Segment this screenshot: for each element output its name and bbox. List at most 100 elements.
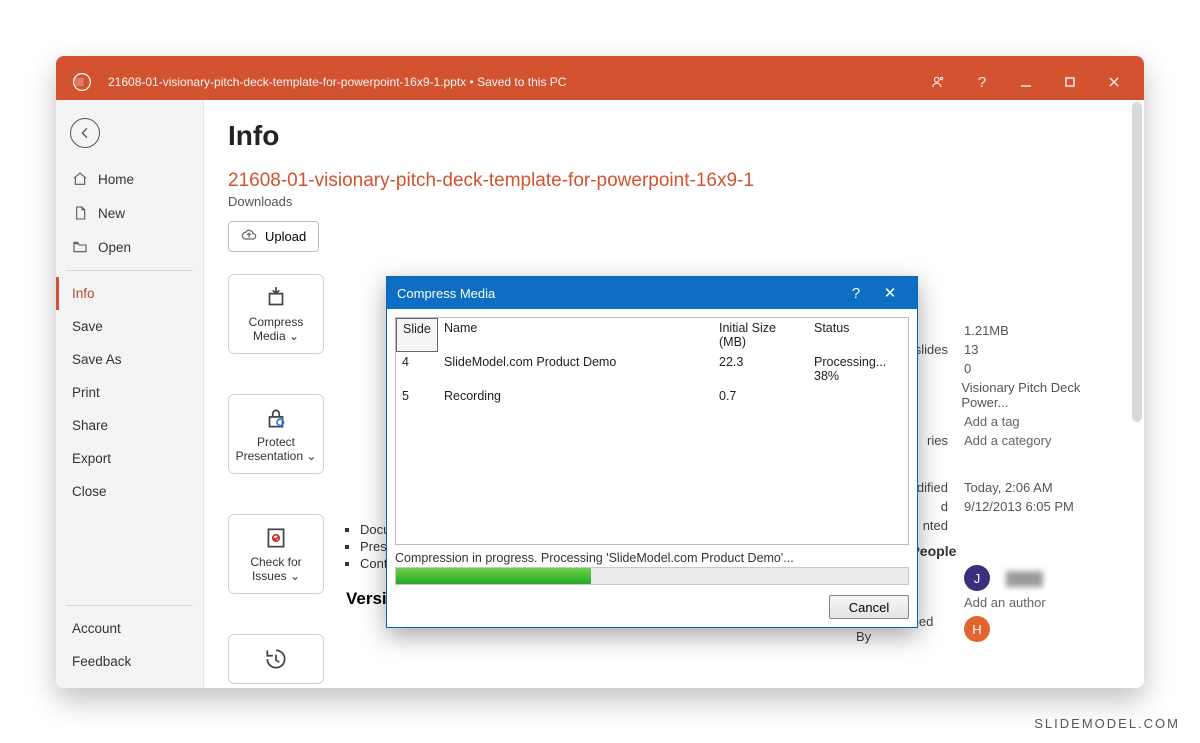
prop-modified-value: Today, 2:06 AM: [964, 480, 1053, 495]
titlebar: 21608-01-visionary-pitch-deck-template-f…: [56, 64, 1144, 100]
upload-button[interactable]: Upload: [228, 221, 319, 252]
nav-share-label: Share: [72, 418, 108, 433]
open-icon: [72, 239, 88, 255]
prop-hidden-value: 0: [964, 361, 971, 376]
prop-size-value: 1.21MB: [964, 323, 1009, 338]
compress-media-dialog: Compress Media ? ✕ Slide Name Initial Si…: [386, 276, 918, 628]
nav-close-label: Close: [72, 484, 107, 499]
nav-account[interactable]: Account: [56, 612, 203, 645]
col-name[interactable]: Name: [438, 318, 713, 352]
dialog-titlebar[interactable]: Compress Media ? ✕: [387, 277, 917, 309]
nav-save-label: Save: [72, 319, 103, 334]
nav-print-label: Print: [72, 385, 100, 400]
left-nav: Home New Open Info Save Save As Print Sh…: [56, 100, 204, 688]
titlebar-accent: [56, 56, 1144, 64]
check-issues-icon: [263, 525, 289, 551]
cell-size: 22.3: [713, 352, 808, 386]
col-status[interactable]: Status: [808, 318, 908, 352]
author-name-blurred: ████: [1006, 571, 1043, 586]
col-slide[interactable]: Slide: [396, 318, 438, 352]
nav-open[interactable]: Open: [56, 230, 203, 264]
media-grid: Slide Name Initial Size (MB) Status 4 Sl…: [395, 317, 909, 545]
scrollbar[interactable]: [1132, 102, 1142, 422]
author-avatar[interactable]: J: [964, 565, 990, 591]
check-label: Check for Issues ⌄: [233, 555, 319, 583]
cancel-button[interactable]: Cancel: [829, 595, 909, 619]
nav-print[interactable]: Print: [56, 376, 203, 409]
nav-save[interactable]: Save: [56, 310, 203, 343]
back-button[interactable]: [70, 118, 100, 148]
lock-icon: [263, 405, 289, 431]
prop-categories-value[interactable]: Add a category: [964, 433, 1051, 448]
upload-label: Upload: [265, 229, 306, 244]
window-title: 21608-01-visionary-pitch-deck-template-f…: [108, 75, 566, 89]
nav-new[interactable]: New: [56, 196, 203, 230]
progress-fill: [396, 568, 591, 584]
cell-size: 0.7: [713, 386, 808, 406]
grid-row: 5 Recording 0.7: [396, 386, 908, 406]
add-author-link[interactable]: Add an author: [964, 595, 1046, 610]
nav-home-label: Home: [98, 172, 134, 187]
progress-bar: [395, 567, 909, 585]
cell-name: SlideModel.com Product Demo: [438, 352, 713, 386]
cell-slide: 4: [396, 352, 438, 386]
document-title: 21608-01-visionary-pitch-deck-template-f…: [228, 170, 1124, 192]
grid-header: Slide Name Initial Size (MB) Status: [396, 318, 908, 352]
nav-account-label: Account: [72, 621, 121, 636]
minimize-button[interactable]: [1004, 64, 1048, 100]
nav-separator-bottom: [66, 605, 193, 606]
close-button[interactable]: [1092, 64, 1136, 100]
watermark: SLIDEMODEL.COM: [1034, 716, 1180, 731]
nav-separator: [66, 270, 193, 271]
col-size[interactable]: Initial Size (MB): [713, 318, 808, 352]
maximize-button[interactable]: [1048, 64, 1092, 100]
cell-status: [808, 386, 908, 406]
nav-saveas-label: Save As: [72, 352, 122, 367]
cell-slide: 5: [396, 386, 438, 406]
new-icon: [72, 205, 88, 221]
saved-status: Saved to this PC: [477, 75, 566, 89]
cell-name: Recording: [438, 386, 713, 406]
compress-media-card[interactable]: Compress Media ⌄: [228, 274, 324, 354]
nav-feedback-label: Feedback: [72, 654, 131, 669]
powerpoint-backstage-window: 21608-01-visionary-pitch-deck-template-f…: [56, 56, 1144, 688]
lastmod-avatar[interactable]: H: [964, 616, 990, 642]
cloud-upload-icon: [241, 227, 257, 246]
filename: 21608-01-visionary-pitch-deck-template-f…: [108, 75, 466, 89]
prop-title-value: Visionary Pitch Deck Power...: [961, 380, 1126, 410]
document-location: Downloads: [228, 194, 1124, 209]
check-for-issues-card[interactable]: Check for Issues ⌄: [228, 514, 324, 594]
protect-label: Protect Presentation ⌄: [233, 435, 319, 463]
compress-icon: [263, 285, 289, 311]
nav-close[interactable]: Close: [56, 475, 203, 508]
grid-row: 4 SlideModel.com Product Demo 22.3 Proce…: [396, 352, 908, 386]
version-history-card[interactable]: [228, 634, 324, 684]
nav-export[interactable]: Export: [56, 442, 203, 475]
protect-presentation-card[interactable]: Protect Presentation ⌄: [228, 394, 324, 474]
page-title: Info: [228, 120, 1124, 152]
nav-saveas[interactable]: Save As: [56, 343, 203, 376]
nav-feedback[interactable]: Feedback: [56, 645, 203, 678]
dialog-title: Compress Media: [397, 286, 495, 301]
history-icon: [263, 646, 289, 672]
prop-slides-value: 13: [964, 342, 978, 357]
dialog-body: Slide Name Initial Size (MB) Status 4 Sl…: [387, 309, 917, 627]
nav-home[interactable]: Home: [56, 162, 203, 196]
dialog-close-button[interactable]: ✕: [873, 284, 907, 302]
nav-export-label: Export: [72, 451, 111, 466]
dialog-status-text: Compression in progress. Processing 'Sli…: [395, 551, 909, 565]
nav-new-label: New: [98, 206, 125, 221]
dialog-help-button[interactable]: ?: [839, 285, 873, 302]
account-icon[interactable]: [916, 64, 960, 100]
nav-info[interactable]: Info: [56, 277, 203, 310]
compress-label: Compress Media ⌄: [233, 315, 319, 343]
cell-status: Processing... 38%: [808, 352, 908, 386]
prop-created-value: 9/12/2013 6:05 PM: [964, 499, 1074, 514]
powerpoint-app-icon: [72, 72, 92, 92]
nav-share[interactable]: Share: [56, 409, 203, 442]
home-icon: [72, 171, 88, 187]
nav-info-label: Info: [72, 286, 95, 301]
nav-open-label: Open: [98, 240, 131, 255]
help-icon[interactable]: ?: [960, 64, 1004, 100]
prop-tags-value[interactable]: Add a tag: [964, 414, 1020, 429]
